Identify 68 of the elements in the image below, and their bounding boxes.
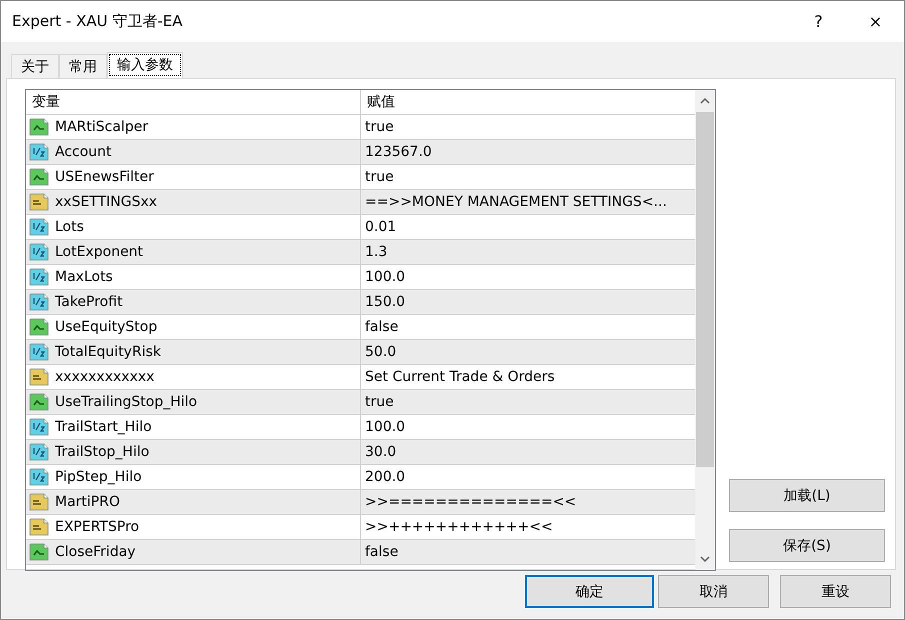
- variable-name: TrailStart_Hilo: [55, 419, 152, 435]
- value-cell[interactable]: >>==============<<: [365, 494, 576, 510]
- value-cell[interactable]: 0.01: [365, 219, 396, 235]
- variable-name: MARtiScalper: [55, 119, 148, 135]
- variable-name: Account: [55, 144, 112, 160]
- text-file-icon: [29, 368, 49, 386]
- variable-name: EXPERTSPro: [55, 519, 140, 535]
- number-file-icon: [29, 292, 49, 312]
- value-cell[interactable]: 1.3: [365, 244, 388, 260]
- number-file-icon: [29, 468, 49, 486]
- number-file-icon: [29, 242, 49, 262]
- value-cell[interactable]: 150.0: [365, 294, 406, 310]
- column-header[interactable]: 赋值: [361, 90, 695, 114]
- variable-name: TotalEquityRisk: [55, 344, 161, 360]
- value-cell[interactable]: 123567.0: [365, 144, 432, 160]
- column-header[interactable]: 变量: [26, 90, 361, 114]
- variable-name: MaxLots: [55, 269, 113, 285]
- value-cell[interactable]: true: [365, 119, 394, 135]
- value-cell[interactable]: >>++++++++++++<<: [365, 519, 553, 535]
- number-file-icon: [29, 218, 49, 236]
- side-button[interactable]: 保存(S): [729, 529, 885, 562]
- variable-name: xxxxxxxxxxxx: [55, 369, 154, 385]
- help-button[interactable]: ?: [790, 12, 847, 31]
- text-file-icon: [29, 192, 49, 212]
- toggle-file-icon: [29, 542, 49, 562]
- variable-name: MartiPRO: [55, 494, 120, 510]
- value-cell[interactable]: 100.0: [365, 269, 406, 285]
- toggle-file-icon: [29, 118, 49, 136]
- value-cell[interactable]: 30.0: [365, 444, 396, 460]
- variable-name: TrailStop_Hilo: [55, 444, 150, 460]
- variable-name: UseEquityStop: [55, 319, 158, 335]
- dialog-button[interactable]: 取消: [658, 575, 769, 608]
- number-file-icon: [29, 268, 49, 286]
- dialog-button[interactable]: 确定: [525, 575, 654, 608]
- variable-name: xxSETTINGSxx: [55, 194, 158, 210]
- variable-name: PipStep_Hilo: [55, 469, 142, 485]
- dialog-button[interactable]: 重设: [780, 575, 891, 608]
- variable-name: Lots: [55, 219, 84, 235]
- number-file-icon: [29, 342, 49, 362]
- variable-name: USEnewsFilter: [55, 169, 154, 185]
- variable-name: CloseFriday: [55, 544, 136, 560]
- value-cell[interactable]: 200.0: [365, 469, 406, 485]
- toggle-file-icon: [29, 392, 49, 412]
- toggle-file-icon: [29, 318, 49, 336]
- tab[interactable]: 常用: [59, 54, 107, 78]
- toggle-file-icon: [29, 168, 49, 186]
- text-file-icon: [29, 518, 49, 536]
- side-button[interactable]: 加载(L): [729, 479, 885, 512]
- value-cell[interactable]: true: [365, 169, 394, 185]
- value-cell[interactable]: 50.0: [365, 344, 396, 360]
- variable-name: LotExponent: [55, 244, 144, 260]
- tab[interactable]: 关于: [11, 54, 59, 78]
- window-title: Expert - XAU 守卫者-EA: [12, 12, 184, 31]
- scrollbar[interactable]: [695, 90, 715, 570]
- number-file-icon: [29, 418, 49, 436]
- tab[interactable]: 输入参数: [107, 52, 183, 78]
- value-cell[interactable]: 100.0: [365, 419, 406, 435]
- variable-name: UseTrailingStop_Hilo: [55, 394, 198, 410]
- number-file-icon: [29, 142, 49, 162]
- value-cell[interactable]: false: [365, 319, 398, 335]
- value-cell[interactable]: true: [365, 394, 394, 410]
- variable-name: TakeProfit: [55, 294, 123, 310]
- value-cell[interactable]: Set Current Trade & Orders: [365, 369, 555, 385]
- value-cell[interactable]: ==>>MONEY MANAGEMENT SETTINGS<...: [365, 194, 667, 210]
- value-cell[interactable]: false: [365, 544, 398, 560]
- number-file-icon: [29, 442, 49, 462]
- text-file-icon: [29, 492, 49, 512]
- close-button[interactable]: ×: [847, 12, 904, 31]
